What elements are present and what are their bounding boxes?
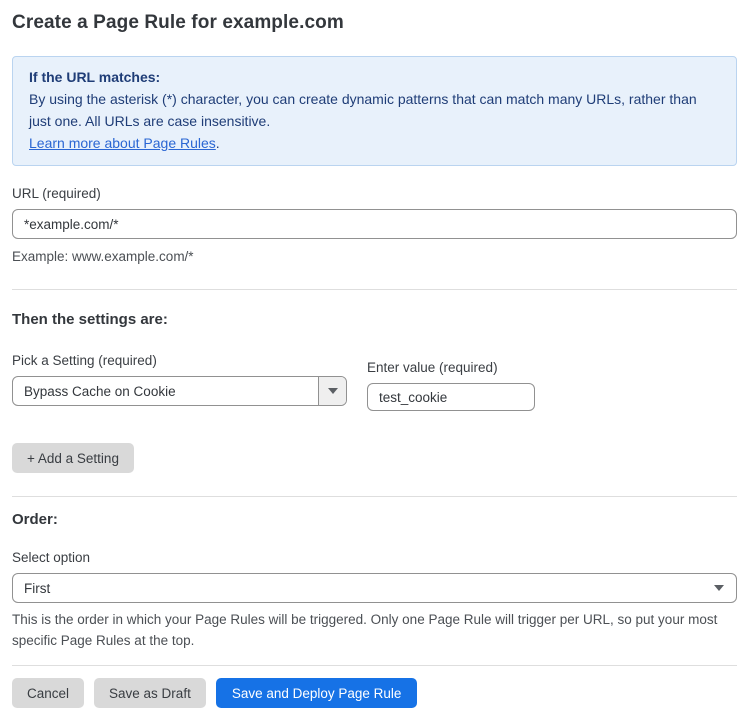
link-period: . xyxy=(216,135,220,151)
order-section: Select option First This is the order in… xyxy=(12,550,737,651)
order-select[interactable]: First xyxy=(12,573,737,603)
setting-select-value: Bypass Cache on Cookie xyxy=(13,384,318,399)
create-page-rule-panel: Create a Page Rule for example.com If th… xyxy=(0,0,750,708)
url-label: URL (required) xyxy=(12,186,737,201)
cancel-button[interactable]: Cancel xyxy=(12,678,84,708)
learn-more-link[interactable]: Learn more about Page Rules xyxy=(29,135,216,151)
setting-select[interactable]: Bypass Cache on Cookie xyxy=(12,376,347,406)
info-box-link-line: Learn more about Page Rules. xyxy=(29,132,720,154)
settings-heading: Then the settings are: xyxy=(12,311,737,328)
footer-actions: Cancel Save as Draft Save and Deploy Pag… xyxy=(12,678,737,708)
save-deploy-button[interactable]: Save and Deploy Page Rule xyxy=(216,678,418,708)
order-select-label: Select option xyxy=(12,550,737,565)
enter-value-field: Enter value (required) xyxy=(367,360,535,411)
info-box-heading: If the URL matches: xyxy=(29,66,720,88)
order-heading: Order: xyxy=(12,511,737,528)
info-box-body: By using the asterisk (*) character, you… xyxy=(29,88,720,132)
url-input[interactable] xyxy=(12,209,737,239)
add-setting-button[interactable]: + Add a Setting xyxy=(12,443,134,473)
enter-value-label: Enter value (required) xyxy=(367,360,535,375)
url-example-text: Example: www.example.com/* xyxy=(12,246,737,268)
order-helper-text: This is the order in which your Page Rul… xyxy=(12,609,737,651)
setting-value-input[interactable] xyxy=(367,383,535,411)
save-draft-button[interactable]: Save as Draft xyxy=(94,678,206,708)
divider xyxy=(12,665,737,666)
divider xyxy=(12,289,737,290)
url-match-info-box: If the URL matches: By using the asteris… xyxy=(12,56,737,166)
page-title: Create a Page Rule for example.com xyxy=(12,12,737,34)
url-section: URL (required) Example: www.example.com/… xyxy=(12,186,737,268)
settings-row: Pick a Setting (required) Bypass Cache o… xyxy=(12,353,737,411)
divider xyxy=(12,496,737,497)
setting-select-arrow-button[interactable] xyxy=(318,377,346,405)
chevron-down-icon xyxy=(714,585,724,591)
chevron-down-icon xyxy=(328,388,338,394)
pick-setting-field: Pick a Setting (required) Bypass Cache o… xyxy=(12,353,347,411)
order-select-value: First xyxy=(13,581,714,596)
pick-setting-label: Pick a Setting (required) xyxy=(12,353,347,368)
